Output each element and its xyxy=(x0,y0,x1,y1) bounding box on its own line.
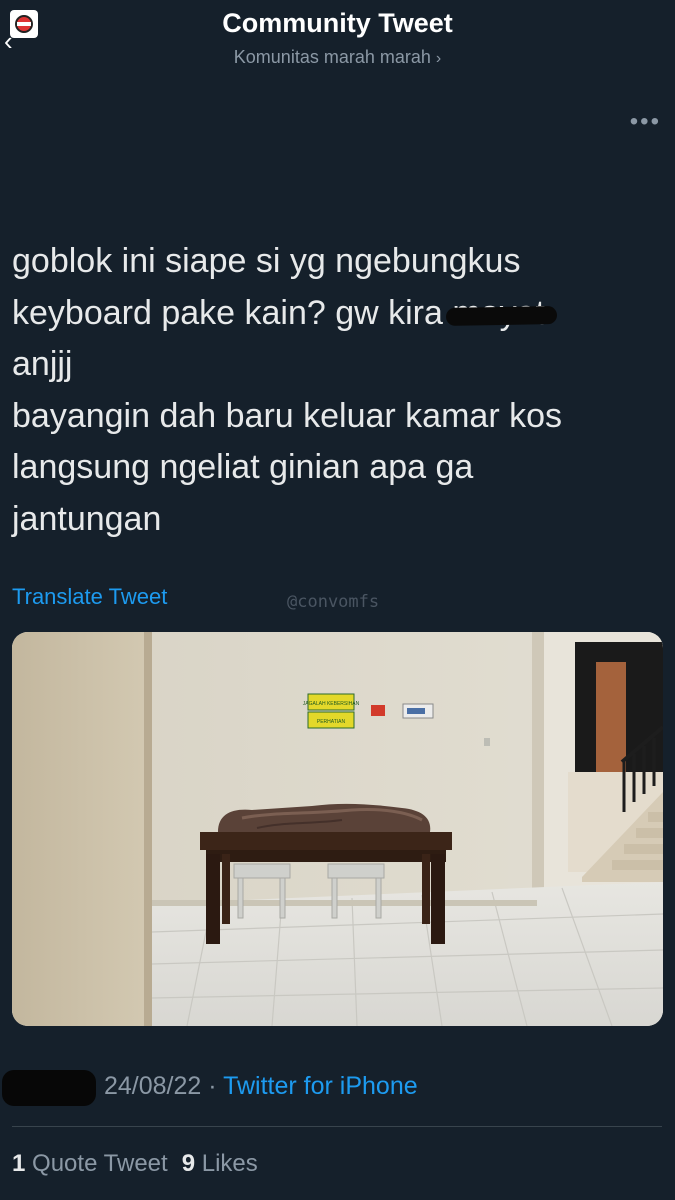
tweet-date[interactable]: 24/08/22 xyxy=(104,1072,201,1100)
quote-tweets-count: 1 xyxy=(12,1150,26,1177)
community-link[interactable]: Komunitas marah marah › xyxy=(0,47,675,68)
tweet-photo[interactable]: JAGALAH KEBERSIHAN PERHATIAN xyxy=(12,632,663,1026)
divider xyxy=(12,1126,662,1127)
censored-word: mayat xyxy=(446,288,558,340)
tweet-text: goblok ini siape si yg ngebungkus keyboa… xyxy=(12,236,662,545)
tweet-line: bayangin dah baru keluar kamar kos xyxy=(12,396,562,435)
photo-scene: JAGALAH KEBERSIHAN PERHATIAN xyxy=(12,632,663,1026)
top-bar: ‹ Community Tweet Komunitas marah marah … xyxy=(0,0,675,80)
tweet-stats: 1 Quote Tweet 9 Likes xyxy=(12,1150,258,1178)
likes-stat[interactable]: 9 Likes xyxy=(182,1150,258,1177)
sign-text-bottom: PERHATIAN xyxy=(317,719,346,725)
quote-tweets-stat[interactable]: 1 Quote Tweet xyxy=(12,1150,168,1177)
sign-text-top: JAGALAH KEBERSIHAN xyxy=(303,701,360,707)
tweet-line: keyboard pake kain? gw kira mayat xyxy=(12,288,662,340)
page-title: Community Tweet xyxy=(222,8,453,38)
tweet-line: anjjj xyxy=(12,345,73,383)
redacted-username xyxy=(2,1070,96,1106)
tweet-line: jantungan xyxy=(12,499,162,538)
watermark: @convomfs xyxy=(287,592,380,612)
tweet-meta: 24/08/22 · Twitter for iPhone xyxy=(0,1066,675,1110)
tweet-line: langsung ngeliat ginian apa ga xyxy=(12,448,474,486)
community-name: Komunitas marah marah xyxy=(233,47,431,67)
tweet-line: goblok ini siape si yg ngebungkus xyxy=(12,242,521,280)
likes-label: Likes xyxy=(201,1150,258,1177)
translate-tweet-link[interactable]: Translate Tweet xyxy=(12,584,167,610)
quote-tweets-label: Quote Tweet xyxy=(32,1150,168,1177)
tweet-source[interactable]: Twitter for iPhone xyxy=(223,1072,418,1100)
meta-separator: · xyxy=(201,1072,224,1100)
scribble-redaction xyxy=(446,306,558,327)
more-options-icon[interactable]: ••• xyxy=(630,110,661,134)
chevron-right-icon: › xyxy=(435,50,442,67)
likes-count: 9 xyxy=(181,1150,196,1177)
